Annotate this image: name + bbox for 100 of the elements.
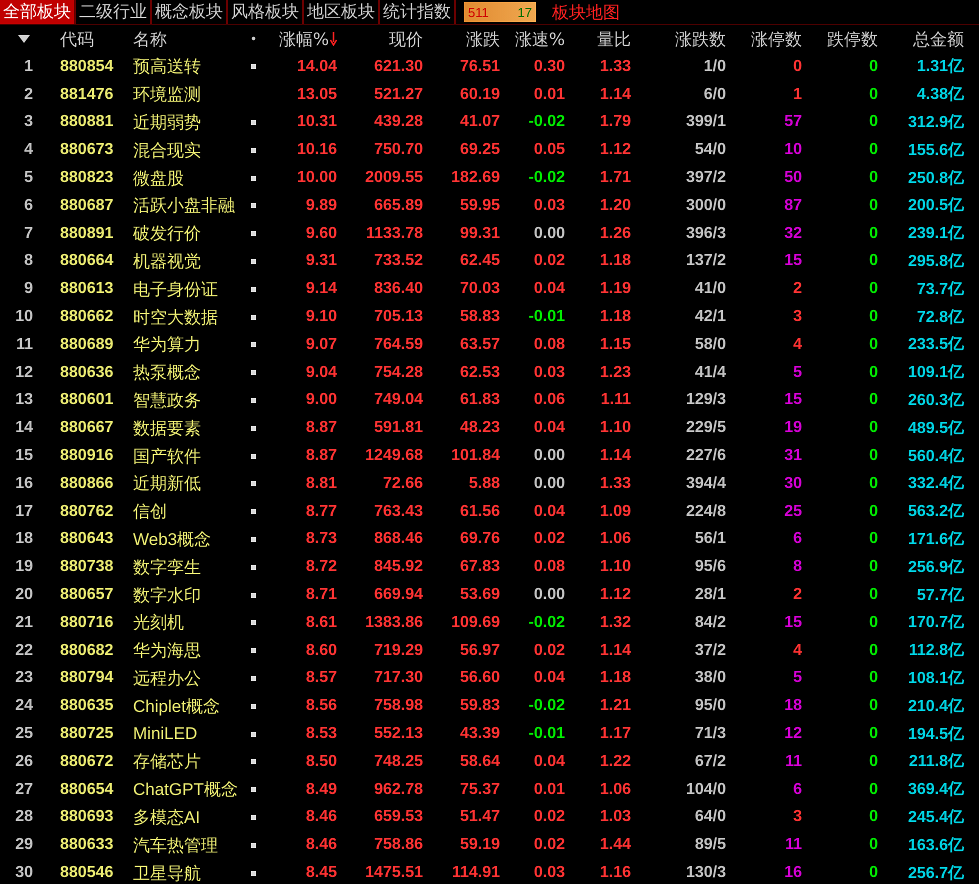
column-header[interactable]: 涨跌: [466, 28, 500, 50]
column-header[interactable]: 涨速%: [514, 28, 565, 50]
sector-code[interactable]: 880689: [38, 336, 130, 354]
sector-code[interactable]: 880866: [38, 474, 130, 493]
sector-name[interactable]: 近期新低: [130, 472, 245, 496]
sector-code[interactable]: 880725: [38, 725, 130, 744]
sector-code[interactable]: 880672: [38, 752, 130, 771]
sector-code[interactable]: 880716: [38, 614, 130, 632]
row-number: 19: [15, 558, 34, 576]
sector-name[interactable]: 机器视觉: [130, 250, 245, 273]
sector-code[interactable]: 881476: [38, 86, 130, 104]
sector-name[interactable]: 近期弱势: [130, 110, 245, 134]
column-header[interactable]: 跌停数: [827, 28, 878, 50]
sector-name[interactable]: 数字孪生: [130, 556, 245, 579]
table-cell: 59.83: [460, 697, 500, 716]
sector-code[interactable]: 880794: [38, 669, 130, 688]
sector-name[interactable]: 多模态AI: [130, 806, 245, 829]
sector-code[interactable]: 880916: [38, 447, 130, 466]
sector-code[interactable]: 880662: [38, 308, 130, 326]
sector-code[interactable]: 880643: [38, 530, 130, 548]
sector-name[interactable]: 预高送转: [130, 55, 245, 78]
table-cell-text: 560.4亿: [908, 446, 964, 467]
table-cell: 129/3: [686, 391, 726, 410]
column-header[interactable]: 涨跌数: [675, 28, 726, 50]
column-header[interactable]: •: [250, 32, 258, 46]
sector-name[interactable]: 数据要素: [130, 416, 245, 440]
sector-map-link[interactable]: 板块地图: [552, 0, 620, 24]
sector-name[interactable]: 远程办公: [130, 666, 245, 690]
sector-code[interactable]: 880673: [38, 141, 130, 160]
table-cell: 89/5: [694, 836, 726, 854]
table-cell: 3: [793, 308, 802, 326]
sector-code[interactable]: 880633: [38, 836, 130, 854]
column-header[interactable]: 总金额: [913, 28, 964, 50]
sector-name[interactable]: 智慧政务: [130, 388, 245, 412]
column-header[interactable]: 涨停数: [751, 28, 802, 50]
tab[interactable]: 地区板块: [304, 0, 380, 24]
sector-name[interactable]: Chiplet概念: [130, 694, 245, 718]
tab[interactable]: 全部板块: [0, 0, 76, 24]
sector-name[interactable]: 混合现实: [130, 138, 245, 162]
table-cell: 1.33: [600, 474, 631, 493]
sector-name[interactable]: 光刻机: [130, 611, 245, 634]
sector-name[interactable]: 华为算力: [130, 333, 245, 356]
row-number: 21: [15, 614, 34, 632]
tab[interactable]: 统计指数: [380, 0, 456, 24]
sector-name[interactable]: 卫星导航: [130, 862, 245, 884]
sector-code[interactable]: 880687: [38, 196, 130, 215]
sector-code[interactable]: 880636: [38, 364, 130, 382]
sector-code[interactable]: 880854: [38, 58, 130, 76]
table-cell: 25: [784, 502, 802, 521]
dropdown-triangle-icon[interactable]: [18, 35, 30, 43]
tab[interactable]: 二级行业: [76, 0, 152, 24]
sector-name[interactable]: 汽车热管理: [130, 834, 245, 857]
sector-code[interactable]: 880891: [38, 224, 130, 243]
sector-code[interactable]: 880601: [38, 391, 130, 410]
sector-code[interactable]: 880682: [38, 642, 130, 660]
sector-name[interactable]: Web3概念: [130, 528, 245, 551]
sector-code[interactable]: 880664: [38, 252, 130, 270]
sector-name[interactable]: 数字水印: [130, 584, 245, 607]
row-number: 1: [24, 58, 34, 76]
sector-code[interactable]: 880823: [38, 169, 130, 188]
sector-code[interactable]: 880657: [38, 586, 130, 604]
sector-code[interactable]: 880635: [38, 697, 130, 716]
column-header[interactable]: 量比: [597, 28, 631, 50]
column-header[interactable]: 名称: [133, 28, 167, 50]
table-cell: 4: [793, 642, 802, 660]
column-header[interactable]: 代码: [60, 28, 94, 50]
table-cell: 621.30: [374, 58, 423, 76]
column-header[interactable]: 现价: [389, 28, 423, 50]
table-cell-text: 112.8亿: [908, 641, 964, 662]
sector-name[interactable]: 时空大数据: [130, 306, 245, 329]
sector-code[interactable]: 880762: [38, 502, 130, 521]
sector-code[interactable]: 880613: [38, 280, 130, 298]
table-cell-text: 369.4亿: [908, 780, 964, 800]
sector-code[interactable]: 880693: [38, 808, 130, 826]
sector-code[interactable]: 880881: [38, 113, 130, 132]
sector-name[interactable]: 活跃小盘非融: [130, 194, 245, 218]
tab[interactable]: 概念板块: [152, 0, 228, 24]
sector-name[interactable]: ChatGPT概念: [130, 778, 245, 802]
table-cell: 1.18: [600, 308, 631, 326]
sector-code[interactable]: 880667: [38, 419, 130, 438]
sector-code[interactable]: 880546: [38, 864, 130, 882]
column-header[interactable]: 涨幅%: [278, 28, 337, 50]
sector-name[interactable]: 电子身份证: [130, 278, 245, 301]
sector-code[interactable]: 880654: [38, 780, 130, 799]
table-cell-text: 1.31亿: [916, 57, 964, 78]
sector-name[interactable]: MiniLED: [130, 724, 245, 744]
table-cell: 763.43: [374, 502, 423, 521]
table-cell: 0: [869, 252, 878, 270]
table-cell: 0.04: [534, 752, 565, 771]
sector-name[interactable]: 信创: [130, 500, 245, 524]
table-cell: 8.81: [306, 474, 337, 493]
sector-name[interactable]: 破发行价: [130, 222, 245, 246]
sector-name[interactable]: 华为海思: [130, 639, 245, 662]
sector-name[interactable]: 环境监测: [130, 83, 245, 106]
sector-code[interactable]: 880738: [38, 558, 130, 576]
table-cell: -0.01: [528, 725, 565, 744]
sector-name[interactable]: 热泵概念: [130, 361, 245, 384]
sector-name[interactable]: 国产软件: [130, 444, 245, 468]
sector-name[interactable]: 存储芯片: [130, 750, 245, 774]
sector-name[interactable]: 微盘股: [130, 166, 245, 190]
